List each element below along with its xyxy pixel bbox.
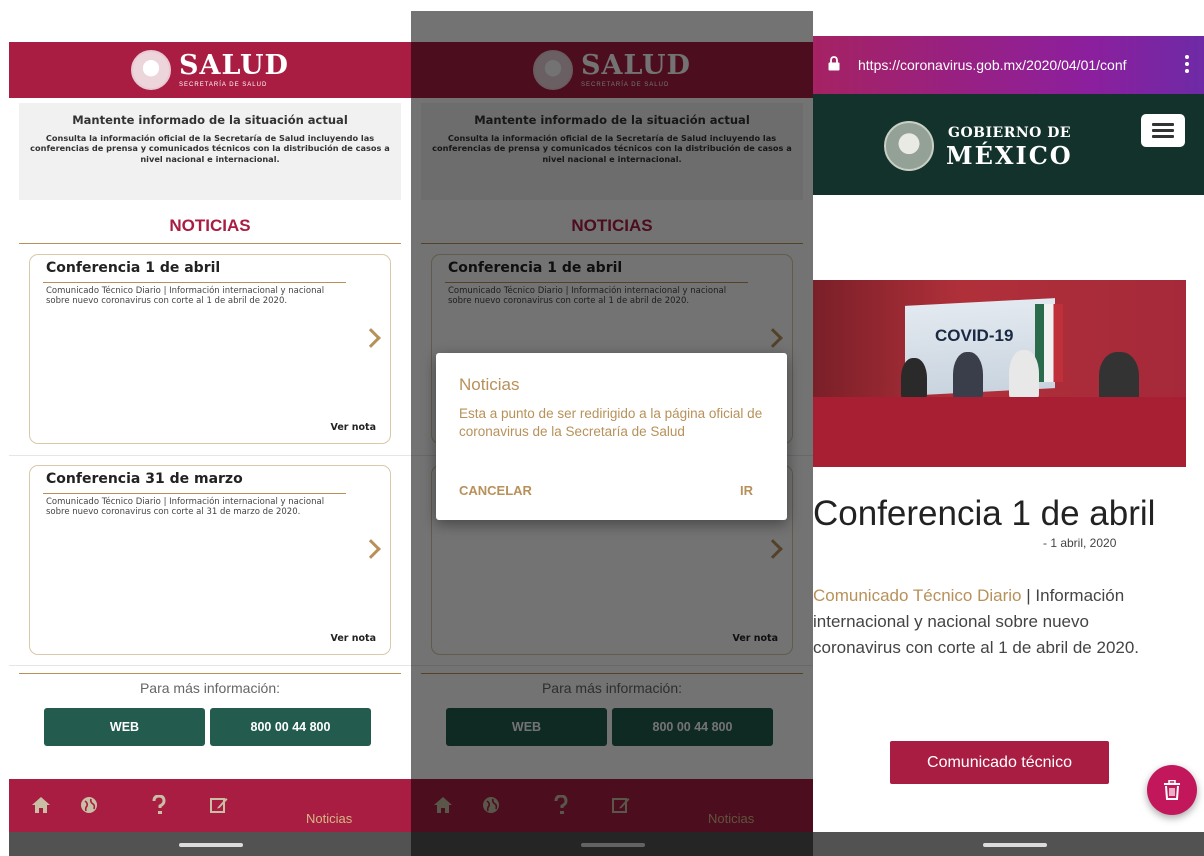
ver-nota-link[interactable]: Ver nota (330, 422, 376, 433)
app-screen-dialog: SALUD SECRETARÍA DE SALUD Mantente infor… (411, 0, 813, 856)
gov-logo-line1: GOBIERNO DE (948, 125, 1072, 141)
home-icon[interactable] (31, 795, 51, 815)
card-text: Comunicado Técnico Diario | Información … (46, 286, 325, 306)
question-icon[interactable] (149, 795, 169, 815)
browser-url-bar: https://coronavirus.gob.mx/2020/04/01/co… (813, 36, 1204, 94)
card-title: Conferencia 31 de marzo (46, 471, 243, 487)
cancel-button[interactable]: CANCELAR (459, 483, 532, 498)
photo-caption: COVID-19 (935, 326, 1014, 345)
section-title: NOTICIAS (169, 216, 251, 235)
card-rule (43, 493, 346, 494)
divider (9, 455, 411, 456)
photo-person (953, 352, 983, 402)
divider (19, 243, 401, 244)
comunicado-tecnico-button[interactable]: Comunicado técnico (890, 741, 1109, 784)
photo-person (1009, 350, 1039, 402)
redirect-dialog: Noticias Esta a punto de ser redirigido … (436, 353, 787, 520)
go-button[interactable]: IR (740, 483, 753, 498)
phone-button[interactable]: 800 00 44 800 (210, 708, 371, 746)
gov-logo-line2: MÉXICO (946, 141, 1073, 170)
home-gesture-pill[interactable] (983, 843, 1047, 847)
conference-photo: COVID-19 (813, 280, 1186, 467)
info-title: Mantente informado de la situación actua… (72, 113, 348, 127)
bottom-nav: Noticias (9, 779, 411, 832)
lock-icon (828, 56, 840, 71)
flag-graphic (1035, 304, 1063, 382)
photo-table (813, 397, 1186, 467)
seal-icon (131, 50, 172, 90)
brand-title: SALUD (179, 50, 289, 81)
dialog-title: Noticias (459, 375, 520, 394)
delete-fab[interactable] (1147, 765, 1197, 815)
trash-icon (1164, 780, 1180, 800)
info-box: Mantente informado de la situación actua… (19, 103, 401, 200)
hamburger-menu-button[interactable] (1141, 114, 1185, 147)
browser-screen: https://coronavirus.gob.mx/2020/04/01/co… (813, 0, 1204, 856)
divider (9, 665, 411, 666)
divider (19, 673, 401, 674)
app-header: SALUD SECRETARÍA DE SALUD (9, 42, 411, 98)
article-date: - 1 abril, 2020 (1043, 536, 1117, 550)
brand-logo: SALUD SECRETARÍA DE SALUD (179, 52, 289, 88)
app-screen-news: SALUD SECRETARÍA DE SALUD Mantente infor… (9, 0, 411, 856)
home-gesture-pill[interactable] (179, 843, 243, 847)
brand-subtitle: SECRETARÍA DE SALUD (179, 82, 268, 88)
nav-label-noticias[interactable]: Noticias (306, 811, 352, 826)
globe-icon[interactable] (79, 795, 99, 815)
article-body: Comunicado Técnico Diario | Información … (813, 583, 1168, 660)
url-field[interactable]: https://coronavirus.gob.mx/2020/04/01/co… (858, 57, 1176, 73)
article-separator: | (1021, 586, 1036, 605)
info-text: Consulta la información oficial de la Se… (30, 133, 390, 164)
article-title: Conferencia 1 de abril (813, 494, 1156, 533)
more-options-icon[interactable] (1185, 55, 1189, 73)
gov-seal-icon (884, 121, 934, 171)
news-card[interactable]: Conferencia 1 de abril Comunicado Técnic… (29, 254, 391, 444)
chevron-right-icon[interactable] (361, 328, 381, 348)
ver-nota-link[interactable]: Ver nota (330, 633, 376, 644)
gov-header: GOBIERNO DE MÉXICO (813, 94, 1204, 195)
comunicado-link[interactable]: Comunicado Técnico Diario (813, 586, 1022, 605)
photo-person (901, 358, 927, 402)
card-title: Conferencia 1 de abril (46, 260, 221, 276)
more-info-label: Para más información: (139, 680, 281, 696)
card-text: Comunicado Técnico Diario | Información … (46, 497, 325, 517)
system-nav-bar (9, 832, 411, 856)
system-nav-bar (813, 832, 1204, 856)
card-rule (43, 282, 346, 283)
web-button[interactable]: WEB (44, 708, 205, 746)
dialog-message: Esta a punto de ser redirigido a la pági… (459, 406, 763, 439)
chevron-right-icon[interactable] (361, 539, 381, 559)
news-card[interactable]: Conferencia 31 de marzo Comunicado Técni… (29, 465, 391, 655)
edit-icon[interactable] (209, 795, 229, 815)
